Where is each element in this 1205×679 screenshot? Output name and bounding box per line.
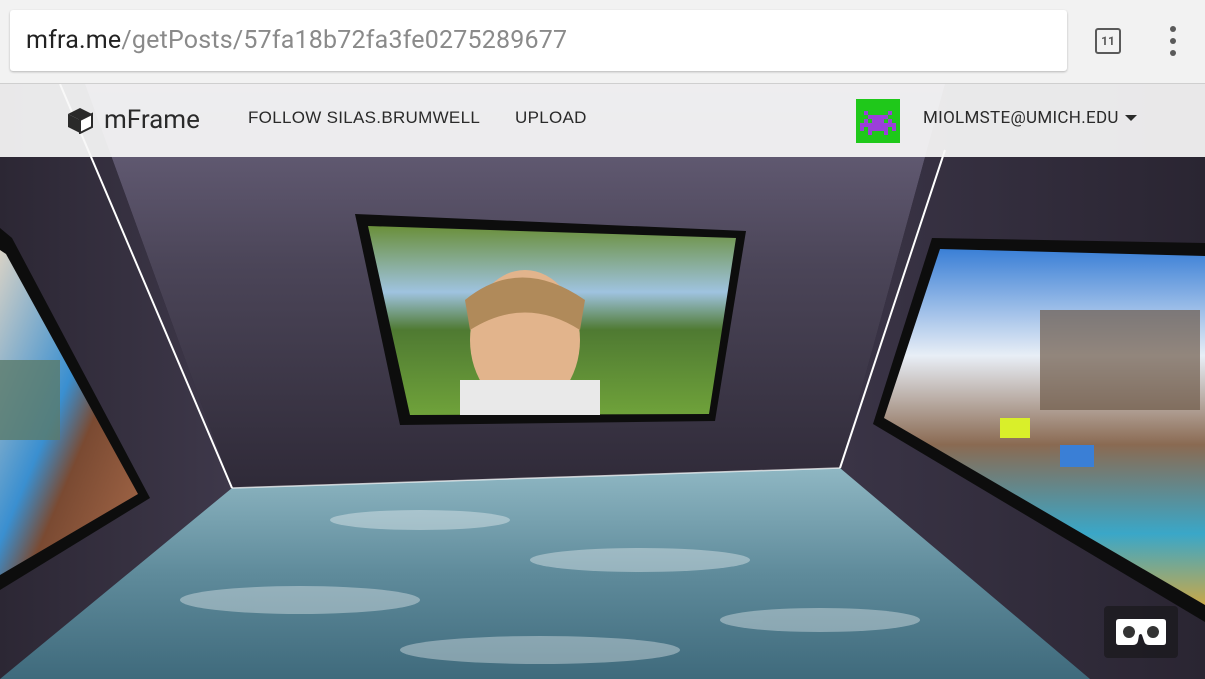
center-photo[interactable] (355, 214, 746, 425)
user-menu[interactable]: MIOLMSTE@UMICH.EDU (923, 108, 1137, 128)
vr-mode-button[interactable] (1104, 606, 1178, 658)
brand-link[interactable]: mFrame (66, 103, 200, 137)
address-bar[interactable]: mfra.me/getPosts/57fa18b72fa3fe027528967… (10, 10, 1067, 71)
overflow-menu-icon[interactable] (1162, 26, 1184, 56)
cube-icon (68, 108, 93, 134)
caret-down-icon (1124, 115, 1137, 121)
upload-link[interactable]: UPLOAD (515, 108, 587, 128)
cardboard-vr-icon (1116, 619, 1166, 645)
url-host: mfra.me (26, 26, 122, 55)
brand-name: mFrame (104, 105, 200, 135)
follow-link[interactable]: FOLLOW SILAS.BRUMWELL (248, 108, 480, 128)
browser-toolbar: mfra.me/getPosts/57fa18b72fa3fe027528967… (0, 0, 1205, 84)
tab-count: 11 (1101, 34, 1115, 48)
tab-switcher-icon[interactable]: 11 (1095, 28, 1121, 54)
app-navbar: mFrame FOLLOW SILAS.BRUMWELL UPLOAD MIOL… (0, 84, 1205, 157)
url-path: /getPosts/57fa18b72fa3fe0275289677 (121, 26, 568, 55)
gallery-room (0, 84, 1205, 679)
avatar[interactable] (856, 99, 900, 143)
gallery-scene[interactable] (0, 84, 1205, 679)
space-invader-icon (860, 111, 896, 135)
user-email: MIOLMSTE@UMICH.EDU (923, 108, 1119, 128)
